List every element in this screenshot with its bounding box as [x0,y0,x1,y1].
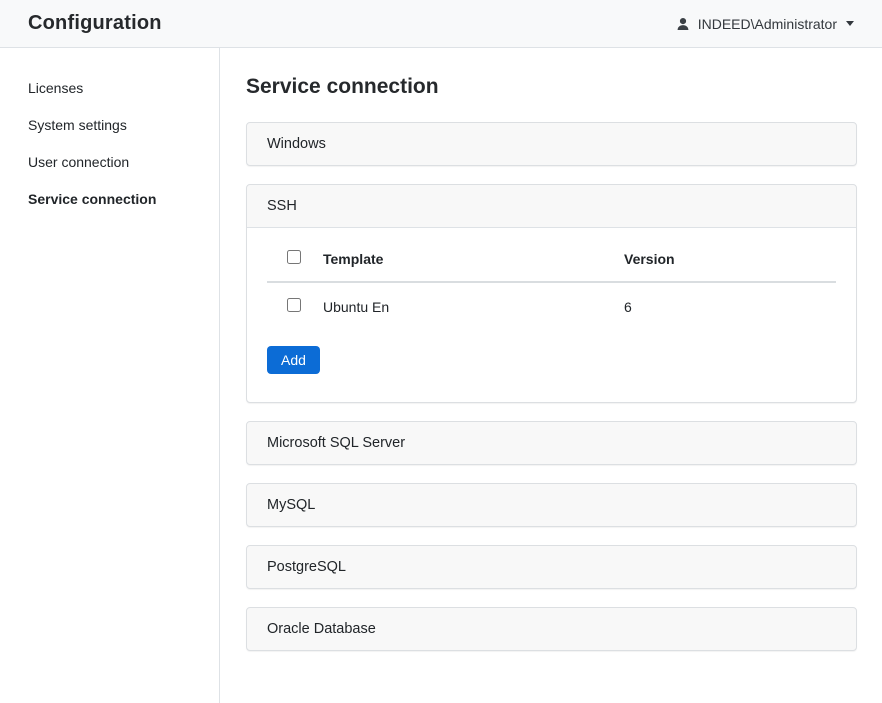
page-heading: Service connection [246,75,857,99]
accordion-panel-oracle: Oracle Database [246,607,857,651]
accordion-panel-mssql: Microsoft SQL Server [246,421,857,465]
panel-header-postgresql[interactable]: PostgreSQL [247,546,856,588]
row-checkbox[interactable] [287,298,301,312]
main-content: Service connection Windows SSH Template … [220,48,882,703]
accordion-panel-postgresql: PostgreSQL [246,545,857,589]
column-header-template: Template [315,236,616,282]
user-menu[interactable]: INDEED\Administrator [675,16,854,32]
cell-version: 6 [616,282,836,330]
person-icon [675,16,691,32]
select-all-checkbox[interactable] [287,250,301,264]
panel-header-mysql[interactable]: MySQL [247,484,856,526]
row-checkbox-cell [267,282,315,330]
column-header-version: Version [616,236,836,282]
sidebar-item-system-settings[interactable]: System settings [0,107,219,144]
app-header: Configuration INDEED\Administrator [0,0,882,48]
panel-header-windows[interactable]: Windows [247,123,856,165]
panel-header-ssh[interactable]: SSH [247,185,856,228]
panel-header-oracle[interactable]: Oracle Database [247,608,856,650]
cell-template: Ubuntu En [315,282,616,330]
table-header-checkbox-cell [267,236,315,282]
table-header-row: Template Version [267,236,836,282]
ssh-template-table: Template Version Ubuntu En 6 [267,236,836,330]
sidebar-item-licenses[interactable]: Licenses [0,70,219,107]
sidebar: Licenses System settings User connection… [0,48,220,703]
caret-down-icon [846,21,854,26]
panel-header-mssql[interactable]: Microsoft SQL Server [247,422,856,464]
accordion-panel-windows: Windows [246,122,857,166]
accordion-panel-mysql: MySQL [246,483,857,527]
ssh-panel-body: Template Version Ubuntu En 6 [247,228,856,402]
add-button[interactable]: Add [267,346,320,374]
user-name: INDEED\Administrator [698,16,837,32]
table-row: Ubuntu En 6 [267,282,836,330]
accordion-panel-ssh: SSH Template Version [246,184,857,403]
page-title: Configuration [28,12,162,35]
sidebar-item-user-connection[interactable]: User connection [0,144,219,181]
sidebar-item-service-connection[interactable]: Service connection [0,181,219,218]
